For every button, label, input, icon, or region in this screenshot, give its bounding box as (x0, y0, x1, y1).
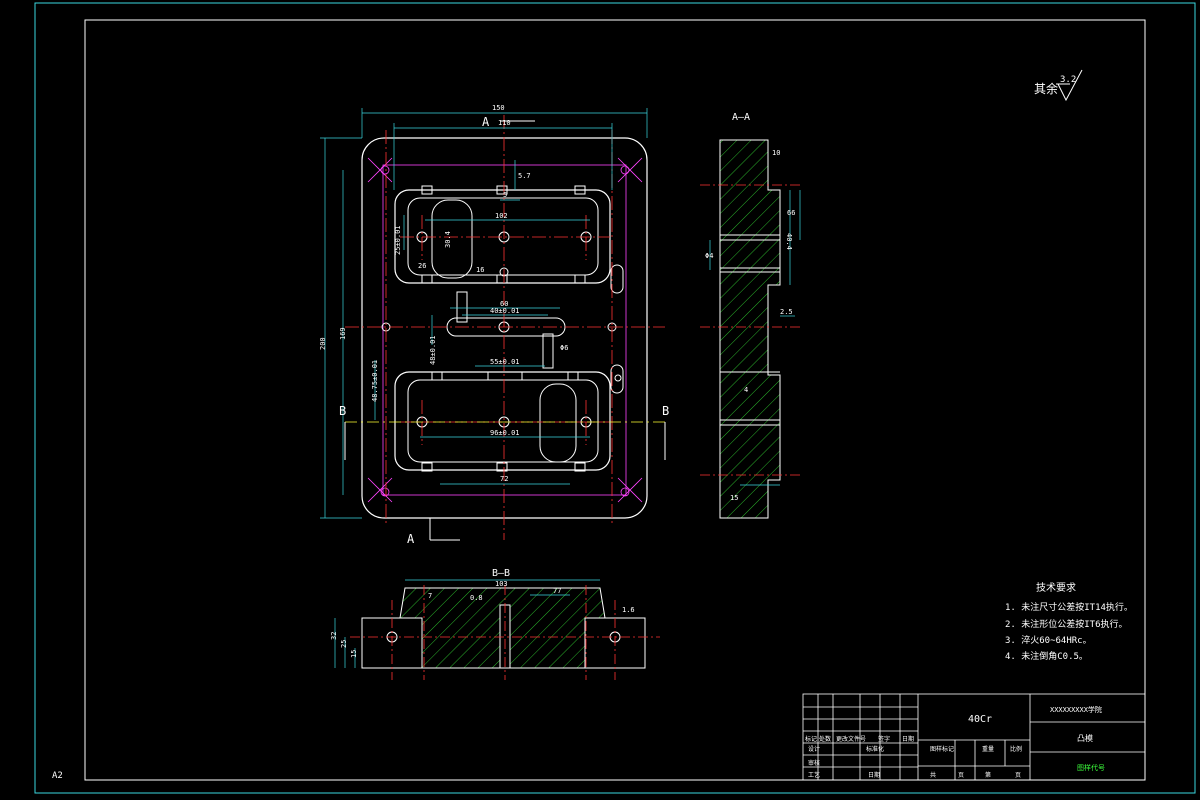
dim-25: 25±0.01 (394, 225, 402, 255)
notes-heading: 技术要求 (1036, 581, 1076, 594)
bb-dim-16: 1.6 (622, 606, 635, 614)
lower-slot (539, 383, 577, 463)
bb-dim-08: 0.8 (470, 594, 483, 602)
aa-dim-phi4: Φ4 (705, 252, 713, 260)
dim-top-width: 150 (492, 104, 505, 112)
roughness-value: 3.2 (1060, 75, 1076, 85)
dim-48b: 48.75±0.01 (371, 360, 379, 402)
dim-phi6: Φ6 (560, 344, 568, 352)
dim-57: 5.7 (518, 172, 531, 180)
plan-view: A A B B 150 110 102 60 40±0.01 55±0.01 9… (319, 104, 669, 546)
tb-h-weight: 重量 (982, 745, 994, 753)
dim-72: 72 (500, 475, 508, 483)
dim-5: 5 (503, 191, 507, 199)
tb-h-date: 日期 (902, 735, 914, 743)
tb-h-standard: 标准化 (866, 745, 884, 753)
cut-label-a-bottom: A (407, 532, 415, 546)
tb-h-sign: 签字 (878, 735, 890, 743)
section-aa-outline (719, 139, 781, 519)
tb-school: XXXXXXXXX学院 (1050, 705, 1102, 714)
tb-h-stage: 图样标记 (930, 745, 954, 753)
aa-dim-10: 10 (772, 149, 780, 157)
section-bb-title: B—B (492, 568, 510, 579)
cut-label-b-left: B (339, 404, 346, 418)
tb-h-scale: 比例 (1010, 745, 1022, 753)
section-bb: B—B 103 32 25 15 7 77 0.8 1.6 (330, 568, 660, 680)
dim-30: 30.4 (444, 231, 452, 248)
tb-part-name: 凸模 (1077, 733, 1093, 743)
bb-dim-32: 32 (330, 632, 338, 640)
dim-slot-width: 102 (495, 212, 508, 220)
tb-h-design: 设计 (808, 745, 820, 753)
tb-h-mark: 标记 (805, 735, 817, 743)
tb-h-process: 工艺 (808, 771, 820, 779)
cut-label-a-top: A (482, 115, 490, 129)
center-post-right (542, 333, 554, 369)
note-4: 4. 未注倒角C0.5。 (1005, 650, 1088, 662)
aa-dim-66: 66 (787, 209, 795, 217)
section-aa: A—A 10 66 40.4 2.5 4 15 Φ4 (700, 112, 801, 519)
tb-h-page2: 第 (985, 771, 991, 779)
sheet-size-label: A2 (52, 771, 63, 781)
bb-dim-103: 103 (495, 580, 508, 588)
roughness-label: 其余 (1034, 81, 1058, 96)
corner-details (367, 157, 643, 503)
note-2: 2. 未注形位公差按IT6执行。 (1005, 618, 1128, 630)
dim-40: 40±0.01 (490, 307, 520, 315)
bb-dim-25: 25 (340, 640, 348, 648)
plan-dimension-lines (320, 108, 648, 519)
aa-dim-404: 40.4 (785, 233, 793, 250)
dim-inner-width: 110 (498, 119, 511, 127)
dim-26: 26 (418, 262, 426, 270)
tb-h-page: 页 (958, 772, 964, 779)
bb-dim-15: 15 (350, 650, 358, 658)
section-aa-title: A—A (732, 112, 750, 123)
aa-dim-15: 15 (730, 494, 738, 502)
roughness-symbol: 其余 3.2 (1034, 69, 1083, 102)
bb-dim-77: 77 (553, 587, 561, 595)
dim-inner-height: 169 (339, 327, 347, 340)
tb-h-page3: 页 (1015, 772, 1021, 779)
note-1: 1. 未注尺寸公差按IT14执行。 (1005, 601, 1133, 613)
tb-h-check: 审核 (808, 759, 820, 767)
upper-slot (431, 199, 473, 279)
note-3: 3. 淬火60~64HRc。 (1005, 634, 1092, 646)
plan-dimension-texts: 150 110 102 60 40±0.01 55±0.01 96±0.01 7… (319, 104, 568, 483)
cad-drawing-sheet: A2 其余 3.2 A A B B 150 110 102 60 40±0.01… (34, 2, 1196, 794)
side-slot-right-top (610, 264, 624, 294)
upper-inner-window (407, 197, 599, 276)
cut-label-b-right: B (662, 404, 669, 418)
tb-h-count: 处数 (819, 735, 831, 743)
tb-h-zone: 更改文件号 (836, 735, 866, 743)
dim-96: 96±0.01 (490, 429, 520, 437)
dim-overall-height: 200 (319, 337, 327, 350)
aa-dim-4: 4 (744, 386, 748, 394)
dim-55: 55±0.01 (490, 358, 520, 366)
tb-drawing-no: 图样代号 (1077, 763, 1105, 772)
lower-inner-window (407, 379, 599, 463)
tb-h-date2: 日期 (868, 771, 880, 779)
dim-48: 48±0.01 (429, 335, 437, 365)
aa-dim-25: 2.5 (780, 308, 793, 316)
bb-dim-7: 7 (428, 592, 432, 600)
technical-requirements: 技术要求 1. 未注尺寸公差按IT14执行。 2. 未注形位公差按IT6执行。 … (1005, 581, 1133, 662)
tb-material: 40Cr (968, 714, 992, 725)
dim-16: 16 (476, 266, 484, 274)
tb-h-total: 共 (930, 771, 936, 779)
